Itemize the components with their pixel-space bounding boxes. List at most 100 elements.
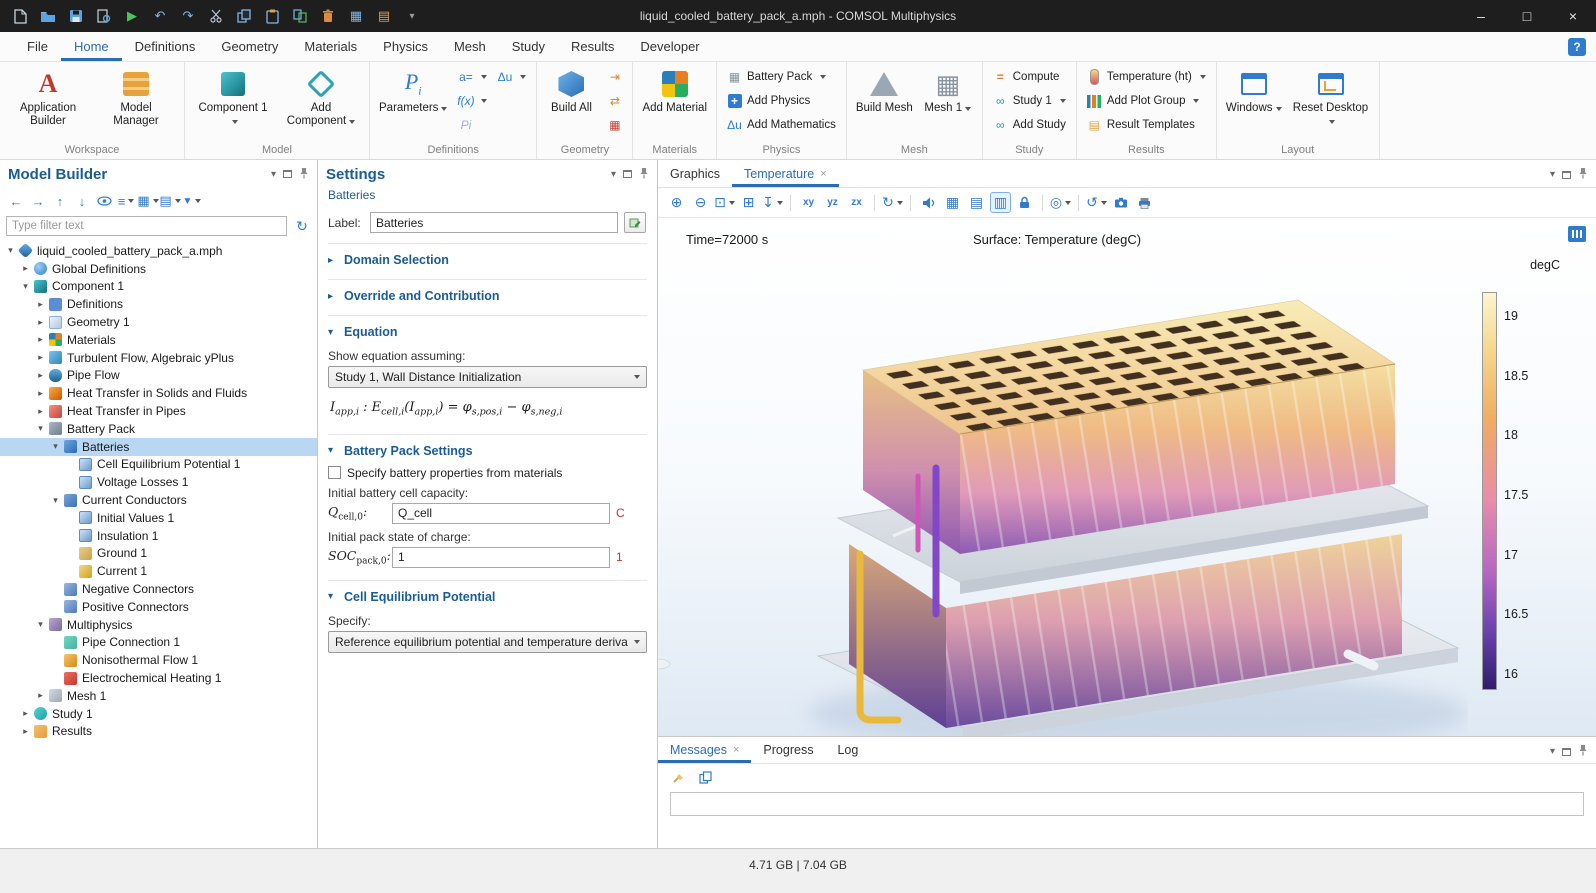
component-button[interactable]: Component 1 <box>190 65 276 129</box>
undo-icon[interactable]: ↶ <box>148 4 172 28</box>
plot-data-icon[interactable]: ▤ <box>966 192 987 213</box>
tree-item-heat-transfer-in-pipes[interactable]: ▸Heat Transfer in Pipes <box>0 402 317 420</box>
tab-messages[interactable]: Messages× <box>658 737 751 763</box>
menu-mesh[interactable]: Mesh <box>441 32 499 61</box>
tree-item-initial-values-1[interactable]: Initial Values 1 <box>0 509 317 527</box>
close-button[interactable]: × <box>1550 0 1596 32</box>
move-up-icon[interactable]: ↑ <box>50 191 70 211</box>
parameters-button[interactable]: Pi Parameters <box>375 65 451 116</box>
tab-temperature[interactable]: Temperature× <box>732 160 839 187</box>
section-header-cell-equilibrium-potential[interactable]: ▾ Cell Equilibrium Potential <box>328 586 647 608</box>
reset-desktop-button[interactable]: Reset Desktop <box>1288 65 1374 129</box>
update-colors-icon[interactable]: ↺ <box>1086 192 1107 213</box>
study1-button[interactable]: ∞Study 1 <box>988 89 1071 113</box>
add-mathematics-button[interactable]: ΔuAdd Mathematics <box>722 113 841 137</box>
tree-item-heat-transfer-in-solids-and-fluids[interactable]: ▸Heat Transfer in Solids and Fluids <box>0 384 317 402</box>
label-input[interactable] <box>370 212 618 233</box>
tree-item-current-1[interactable]: Current 1 <box>0 562 317 580</box>
zoom-extents-icon[interactable]: ⊞ <box>738 192 759 213</box>
legend-settings-icon[interactable] <box>1568 226 1586 242</box>
node-list-menu-icon[interactable]: ▤ <box>160 191 180 211</box>
tree-item-geometry-1[interactable]: ▸Geometry 1 <box>0 313 317 331</box>
windows-button[interactable]: Windows <box>1222 65 1286 116</box>
zoom-in-icon[interactable]: ⊕ <box>666 192 687 213</box>
add-study-button[interactable]: ∞Add Study <box>988 113 1071 137</box>
copy-messages-icon[interactable] <box>695 767 716 788</box>
build-mesh-button[interactable]: Build Mesh <box>852 65 917 116</box>
result-templates-button[interactable]: ▤Result Templates <box>1082 113 1211 137</box>
tree-chevron-icon[interactable]: ▸ <box>34 370 47 381</box>
battery-pack-interface-button[interactable]: ▦Battery Pack <box>722 65 841 89</box>
show-icon[interactable] <box>94 191 114 211</box>
tree-item-global-definitions[interactable]: ▸Global Definitions <box>0 260 317 278</box>
tree-item-battery-pack[interactable]: ▾Battery Pack <box>0 420 317 438</box>
tree-item-current-conductors[interactable]: ▾Current Conductors <box>0 491 317 509</box>
tree-chevron-icon[interactable]: ▸ <box>34 334 47 345</box>
add-plot-group-button[interactable]: Add Plot Group <box>1082 89 1211 113</box>
specify-dropdown[interactable]: Reference equilibrium potential and temp… <box>328 631 647 653</box>
view-xy-icon[interactable]: xy <box>798 192 819 213</box>
insert-sequence-button[interactable]: ⇥ <box>602 65 627 89</box>
tree-chevron-icon[interactable]: ▸ <box>34 406 47 417</box>
close-tab-icon[interactable]: × <box>733 744 739 756</box>
tree-chevron-icon[interactable]: ▸ <box>34 352 47 363</box>
zoom-box-icon[interactable]: ⊡ <box>714 192 735 213</box>
panel-menu-icon[interactable]: ▾ <box>271 169 276 180</box>
model-manager-button[interactable]: Model Manager <box>93 65 179 129</box>
materials-properties-checkbox[interactable] <box>328 466 341 479</box>
tree-item-cell-equilibrium-potential-1[interactable]: Cell Equilibrium Potential 1 <box>0 456 317 474</box>
tree-item-insulation-1[interactable]: Insulation 1 <box>0 527 317 545</box>
refresh-icon[interactable]: ↻ <box>293 217 311 235</box>
environment-icon[interactable]: ◎ <box>1050 192 1071 213</box>
temperature-plot-button[interactable]: Temperature (ht) <box>1082 65 1211 89</box>
tree-item-liquid-cooled-battery-pack-a-mph[interactable]: ▾liquid_cooled_battery_pack_a.mph <box>0 242 317 260</box>
tree-item-multiphysics[interactable]: ▾Multiphysics <box>0 616 317 634</box>
section-header-domain-selection[interactable]: ▸ Domain Selection <box>328 249 647 271</box>
float-panel-icon[interactable] <box>1562 748 1571 756</box>
back-icon[interactable]: ← <box>6 191 26 211</box>
tree-chevron-icon[interactable]: ▸ <box>34 388 47 399</box>
export-geometry-button[interactable]: ⇄ <box>602 89 627 113</box>
panel-menu-icon[interactable]: ▾ <box>1550 169 1555 180</box>
application-builder-button[interactable]: A Application Builder <box>5 65 91 129</box>
tab-graphics[interactable]: Graphics <box>658 160 732 187</box>
cut-icon[interactable] <box>204 4 228 28</box>
zoom-out-icon[interactable]: ⊖ <box>690 192 711 213</box>
tree-item-electrochemical-heating-1[interactable]: Electrochemical Heating 1 <box>0 669 317 687</box>
menu-definitions[interactable]: Definitions <box>122 32 209 61</box>
rename-button[interactable] <box>624 212 646 233</box>
battery-pack-3d-plot[interactable] <box>658 218 1468 736</box>
duplicate-icon[interactable] <box>288 4 312 28</box>
node-text-menu-icon[interactable]: ≡ <box>116 191 136 211</box>
tree-item-batteries[interactable]: ▾Batteries <box>0 438 317 456</box>
section-header-battery-pack-settings[interactable]: ▾ Battery Pack Settings <box>328 440 647 462</box>
minimize-button[interactable]: – <box>1458 0 1504 32</box>
maximize-button[interactable]: □ <box>1504 0 1550 32</box>
soc-input[interactable] <box>392 547 610 568</box>
save-icon[interactable] <box>64 4 88 28</box>
tree-item-mesh-1[interactable]: ▸Mesh 1 <box>0 687 317 705</box>
tree-item-ground-1[interactable]: Ground 1 <box>0 545 317 563</box>
tree-item-turbulent-flow-algebraic-yplus[interactable]: ▸Turbulent Flow, Algebraic yPlus <box>0 349 317 367</box>
update-plot-icon[interactable]: ↻ <box>882 192 903 213</box>
node-grid-menu-icon[interactable]: ▦ <box>138 191 158 211</box>
move-down-icon[interactable]: ↓ <box>72 191 92 211</box>
clear-messages-icon[interactable] <box>668 767 689 788</box>
report-icon[interactable]: ▤ <box>372 4 396 28</box>
menu-geometry[interactable]: Geometry <box>208 32 291 61</box>
tree-chevron-icon[interactable]: ▸ <box>34 690 47 701</box>
pin-panel-icon[interactable] <box>1578 744 1588 759</box>
tree-chevron-icon[interactable]: ▸ <box>34 317 47 328</box>
copy-icon[interactable] <box>232 4 256 28</box>
compute-button[interactable]: =Compute <box>988 65 1071 89</box>
tree-item-pipe-connection-1[interactable]: Pipe Connection 1 <box>0 634 317 652</box>
pin-panel-icon[interactable] <box>299 167 309 182</box>
variables-button[interactable]: a= <box>453 65 492 89</box>
panel-menu-icon[interactable]: ▾ <box>1550 746 1555 757</box>
view-yz-icon[interactable]: yz <box>822 192 843 213</box>
float-panel-icon[interactable] <box>283 170 292 178</box>
tree-chevron-icon[interactable]: ▾ <box>19 281 32 292</box>
print-icon[interactable] <box>1134 192 1155 213</box>
sound-icon[interactable] <box>918 192 939 213</box>
tree-chevron-icon[interactable]: ▸ <box>19 263 32 274</box>
